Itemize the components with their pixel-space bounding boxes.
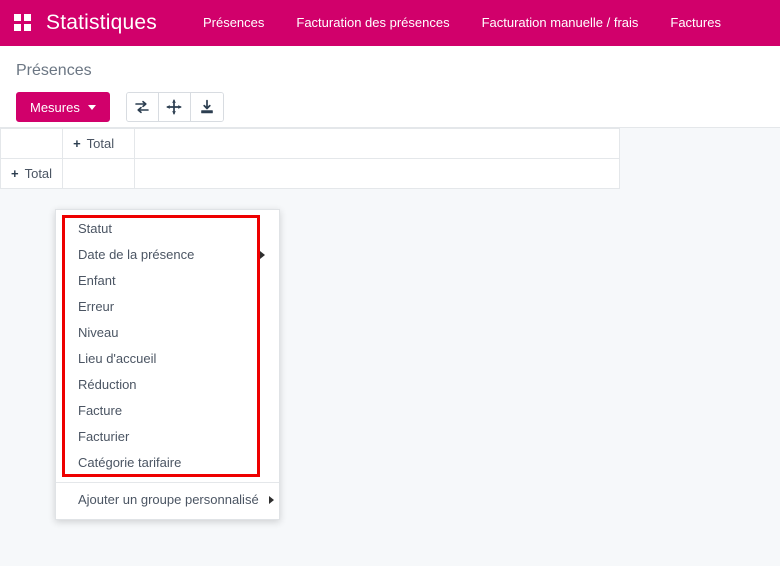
menu-item-niveau[interactable]: Niveau [56,320,279,346]
menu-item-label: Lieu d'accueil [78,351,157,366]
menu-item-statut[interactable]: Statut [56,216,279,242]
menu-item-label: Réduction [78,377,137,392]
caret-right-icon [268,496,274,504]
measures-button-label: Mesures [30,99,80,115]
menu-item-categorie-tarifaire[interactable]: Catégorie tarifaire [56,450,279,476]
pivot-row-header-label: Total [24,166,53,181]
caret-down-icon [87,104,96,110]
menu-item-facturier[interactable]: Facturier [56,424,279,450]
control-panel: Présences Mesures [0,46,780,128]
expand-all-icon[interactable] [158,93,191,121]
menu-item-lieu-daccueil[interactable]: Lieu d'accueil [56,346,279,372]
menu-item-label: Catégorie tarifaire [78,455,182,470]
menu-item-label: Date de la présence [78,247,195,262]
pivot-tools-group [125,92,224,122]
nav-link-facturation-manuelle-frais[interactable]: Facturation manuelle / frais [466,0,655,46]
menu-item-erreur[interactable]: Erreur [56,294,279,320]
plus-icon: + [11,166,19,181]
pivot-header-row: + Total [0,128,621,159]
pivot-column-header-total[interactable]: + Total [62,128,136,159]
flip-axis-icon[interactable] [126,93,159,121]
menu-item-label: Facture [78,403,123,418]
apps-grid-square [24,24,31,31]
nav-link-factures[interactable]: Factures [654,0,737,46]
menu-item-label: Enfant [78,273,116,288]
menu-item-label: Facturier [78,429,130,444]
menu-item-enfant[interactable]: Enfant [56,268,279,294]
pivot-header-filler [134,128,621,159]
menu-item-facture[interactable]: Facture [56,398,279,424]
app-brand-title[interactable]: Statistiques [46,11,157,35]
pivot-table: + Total + Total [0,128,621,189]
download-xlsx-icon[interactable] [190,93,223,121]
menu-item-label: Erreur [78,299,115,314]
menu-item-label: Ajouter un groupe personnalisé [78,492,259,507]
nav-link-presences[interactable]: Présences [187,0,280,46]
apps-grid-square [14,24,21,31]
pivot-column-header-label: Total [86,136,115,151]
pivot-value-cell [62,158,136,189]
apps-grid-icon[interactable] [14,14,32,32]
navbar-links: Présences Facturation des présences Fact… [187,0,737,46]
breadcrumb: Présences [16,62,92,79]
toolbar: Mesures [16,92,764,122]
apps-grid-square [24,14,31,21]
nav-link-facturation-des-presences[interactable]: Facturation des présences [280,0,465,46]
plus-icon: + [73,136,81,151]
pivot-corner-cell [0,128,64,159]
menu-item-reduction[interactable]: Réduction [56,372,279,398]
menu-divider [56,482,279,483]
apps-grid-square [14,14,21,21]
group-by-dropdown-menu: Statut Date de la présence Enfant Erreur… [55,209,280,520]
measures-button[interactable]: Mesures [16,92,110,122]
caret-right-icon [260,251,265,259]
pivot-row-header-total[interactable]: + Total [0,158,64,189]
pivot-body-filler [134,158,621,189]
menu-item-label: Statut [78,221,112,236]
pivot-body-row: + Total [0,158,621,189]
page-body: Présences Mesures + Total + Total Statut… [0,46,780,566]
menu-item-label: Niveau [78,325,119,340]
menu-item-date-de-la-presence[interactable]: Date de la présence [56,242,279,268]
menu-item-ajouter-groupe-personnalise[interactable]: Ajouter un groupe personnalisé [56,487,279,513]
top-navbar: Statistiques Présences Facturation des p… [0,0,780,46]
